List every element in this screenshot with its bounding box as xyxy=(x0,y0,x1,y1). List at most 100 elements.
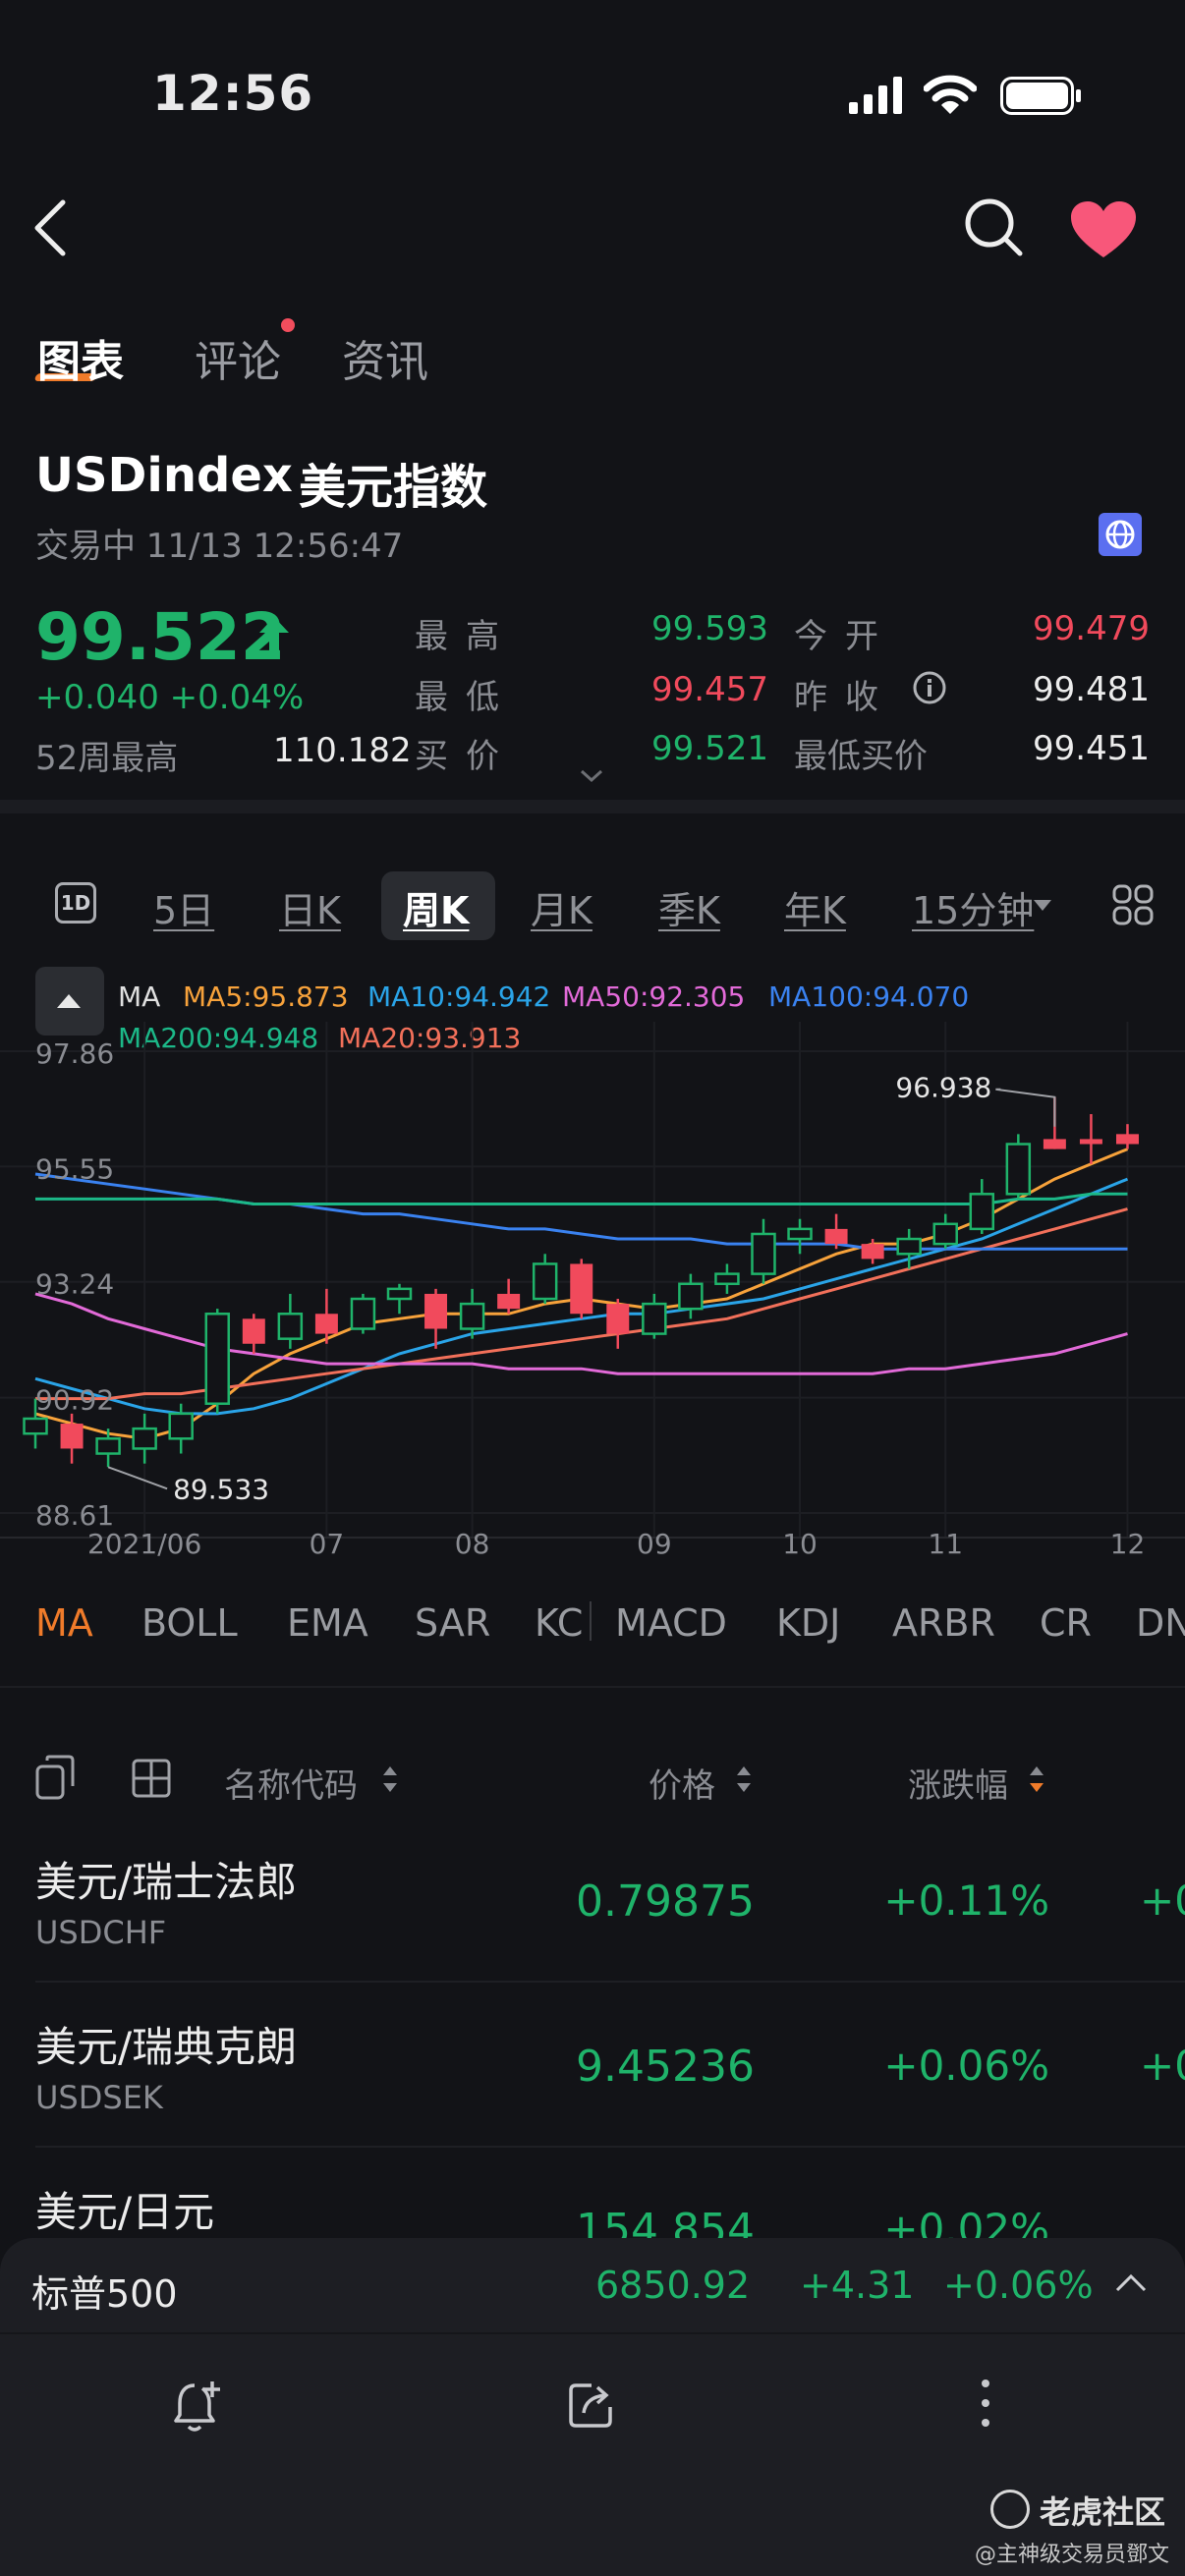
indicator-tab-sar[interactable]: SAR xyxy=(415,1601,490,1645)
candle-body-down xyxy=(424,1293,448,1329)
ma-legend-title: MA xyxy=(118,980,161,1013)
row-extra-column: +0 xyxy=(1140,2042,1185,2090)
row-price: 9.45236 xyxy=(576,2042,755,2092)
period-quarterly[interactable]: 季K xyxy=(658,880,720,934)
indicator-tab-boll[interactable]: BOLL xyxy=(141,1601,238,1645)
candlestick-chart[interactable]: 97.8695.5593.2490.9288.612021/06 07 08 09 10… xyxy=(0,1022,1185,1572)
header-change-pct[interactable]: 涨跌幅 xyxy=(908,1759,1008,1807)
info-icon[interactable] xyxy=(912,670,947,705)
layout-grid-icon[interactable] xyxy=(1112,884,1154,925)
quote-bid-value: 99.521 xyxy=(651,729,768,768)
table-grid-icon[interactable] xyxy=(132,1759,171,1798)
quote-lowest-bid-value: 99.451 xyxy=(1033,729,1150,768)
candle-body-down xyxy=(60,1424,84,1449)
indicator-tab-macd[interactable]: MACD xyxy=(615,1601,727,1645)
row-change-pct: +0.06% xyxy=(883,2042,1049,2090)
price-alert-bell-icon[interactable] xyxy=(173,2380,224,2435)
indicator-tab-cr[interactable]: CR xyxy=(1040,1601,1092,1645)
indicator-tab-dn[interactable]: DN xyxy=(1136,1601,1185,1645)
tab-news[interactable]: 资讯 xyxy=(342,326,428,389)
x-tick-label: 10 xyxy=(782,1528,818,1560)
header-price[interactable]: 价格 xyxy=(649,1759,715,1807)
candle-body-up xyxy=(386,1287,413,1301)
search-icon[interactable] xyxy=(963,196,1026,259)
ticker-name[interactable]: 标普500 xyxy=(31,2264,178,2318)
change-value: +0.040 xyxy=(35,678,159,717)
expand-chevron-icon[interactable] xyxy=(580,768,603,784)
indicator-tab-ema[interactable]: EMA xyxy=(287,1601,368,1645)
row-name[interactable]: 美元/瑞士法郎 xyxy=(35,1849,297,1909)
indicator-tab-ma[interactable]: MA xyxy=(35,1601,93,1645)
header-name-code[interactable]: 名称代码 xyxy=(224,1759,358,1807)
period-1d-button[interactable]: 1D xyxy=(55,882,96,924)
ma5-legend: MA5:95.873 xyxy=(183,980,349,1013)
quote-prev-close-label: 昨收 xyxy=(794,678,896,717)
candle-body-up xyxy=(23,1417,48,1435)
x-tick-label: 07 xyxy=(310,1528,345,1560)
row-name[interactable]: 美元/瑞典克朗 xyxy=(35,2014,297,2074)
indicator-tab-kc[interactable]: KC xyxy=(535,1601,583,1645)
x-tick-label: 12 xyxy=(1110,1528,1146,1560)
favorite-heart-icon[interactable] xyxy=(1069,200,1138,259)
more-options-icon[interactable] xyxy=(979,2376,992,2431)
x-tick-label: 09 xyxy=(637,1528,672,1560)
candle-body-up xyxy=(932,1222,958,1246)
candle-body-up xyxy=(714,1272,740,1286)
ma50-legend: MA50:92.305 xyxy=(562,980,746,1013)
chevron-up-icon[interactable] xyxy=(1114,2271,1148,2293)
candle-body-down xyxy=(242,1318,265,1344)
section-divider xyxy=(0,800,1185,813)
period-5day[interactable]: 5日 xyxy=(153,880,214,934)
week52-high-value: 110.182 xyxy=(273,731,412,770)
candle-body-down xyxy=(606,1304,630,1334)
candle-body-up xyxy=(969,1193,995,1231)
last-price: 99.522 xyxy=(35,599,286,675)
period-monthly[interactable]: 月K xyxy=(531,880,592,934)
trading-status: 交易中 11/13 12:56:47 xyxy=(35,527,404,566)
change-percent: +0.04% xyxy=(169,678,305,717)
tab-chart[interactable]: 图表 xyxy=(37,326,124,389)
sort-active-icon[interactable] xyxy=(1028,1764,1045,1794)
community-logo-icon xyxy=(990,2490,1030,2529)
min-annotation-label: 89.533 xyxy=(173,1473,269,1505)
sort-icon[interactable] xyxy=(381,1764,399,1794)
indicator-separator xyxy=(590,1601,592,1641)
quote-bid-label: 买价 xyxy=(415,737,517,776)
period-weekly[interactable]: 周K xyxy=(403,880,469,934)
x-tick-label: 11 xyxy=(928,1528,963,1560)
candle-body-down xyxy=(497,1293,521,1310)
period-15min-dropdown[interactable]: 15分钟 xyxy=(912,880,1034,934)
row-name[interactable]: 美元/日元 xyxy=(35,2179,214,2239)
back-arrow-icon[interactable] xyxy=(31,198,71,257)
dropdown-caret-icon xyxy=(1034,900,1051,911)
globe-icon[interactable] xyxy=(1099,513,1142,556)
copy-icon[interactable] xyxy=(35,1755,79,1802)
period-daily[interactable]: 日K xyxy=(279,880,341,934)
wifi-icon xyxy=(924,75,977,114)
candle-body-up xyxy=(132,1427,157,1450)
instrument-symbol: USDindex xyxy=(35,448,293,503)
tab-comments[interactable]: 评论 xyxy=(195,326,281,389)
quote-open-label: 今开 xyxy=(794,617,896,656)
indicator-tab-arbr[interactable]: ARBR xyxy=(892,1601,995,1645)
row-extra-column: +0 xyxy=(1140,1876,1185,1925)
y-tick-label: 93.24 xyxy=(35,1268,114,1301)
cellular-signal-icon xyxy=(849,77,902,114)
ticker-change: +4.31 xyxy=(800,2264,915,2307)
candle-body-up xyxy=(1005,1143,1032,1196)
max-annotation-leader xyxy=(995,1088,1056,1127)
quote-high-value: 99.593 xyxy=(651,609,768,648)
sort-icon[interactable] xyxy=(735,1764,753,1794)
ma100-legend: MA100:94.070 xyxy=(768,980,970,1013)
candle-body-up xyxy=(459,1302,485,1330)
share-icon[interactable] xyxy=(566,2380,617,2431)
quote-low-label: 最低 xyxy=(415,678,517,717)
candle-body-up xyxy=(168,1412,194,1440)
candle-body-up xyxy=(204,1313,230,1405)
row-code: USDCHF xyxy=(35,1914,167,1951)
row-separator xyxy=(35,2146,1185,2148)
quote-high-label: 最高 xyxy=(415,617,517,656)
indicator-tab-kdj[interactable]: KDJ xyxy=(776,1601,840,1645)
period-yearly[interactable]: 年K xyxy=(784,880,846,934)
battery-icon xyxy=(1000,77,1081,115)
